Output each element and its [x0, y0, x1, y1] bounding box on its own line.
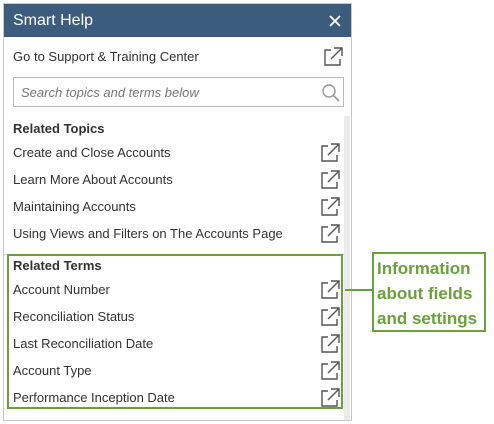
term-label: Reconciliation Status	[13, 309, 135, 324]
external-link-icon[interactable]	[319, 223, 341, 250]
external-link-icon[interactable]	[319, 169, 341, 196]
external-link-icon[interactable]	[319, 387, 341, 414]
external-link-icon[interactable]	[319, 279, 341, 306]
search-icon[interactable]	[321, 83, 341, 108]
term-item[interactable]: Account Number	[4, 277, 344, 303]
scrollbar[interactable]	[344, 116, 350, 420]
term-item[interactable]: Last Reconciliation Date	[4, 331, 344, 357]
panel-title: Smart Help	[13, 12, 94, 29]
topic-label: Maintaining Accounts	[13, 199, 136, 214]
topic-item[interactable]: Maintaining Accounts	[4, 194, 344, 220]
support-training-link[interactable]: Go to Support & Training Center	[4, 44, 351, 70]
external-link-icon[interactable]	[319, 142, 341, 169]
related-topics-heading: Related Topics	[13, 121, 105, 136]
external-link-icon[interactable]	[319, 360, 341, 387]
search-input[interactable]	[14, 78, 314, 106]
external-link-icon[interactable]	[319, 333, 341, 360]
topic-item[interactable]: Create and Close Accounts	[4, 140, 344, 166]
annotation-callout: Information about fields and settings	[372, 252, 486, 332]
external-link-icon[interactable]	[322, 46, 344, 73]
callout-line: and settings	[377, 309, 478, 328]
term-item[interactable]: Account Type	[4, 358, 344, 384]
smart-help-panel: Smart Help Go to Support & Training Cent…	[3, 3, 352, 421]
topic-item[interactable]: Using Views and Filters on The Accounts …	[4, 221, 344, 247]
section-divider	[4, 254, 344, 255]
term-label: Performance Inception Date	[13, 390, 175, 405]
topic-label: Learn More About Accounts	[13, 172, 173, 187]
term-label: Account Number	[13, 282, 110, 297]
external-link-icon[interactable]	[319, 196, 341, 223]
term-item[interactable]: Reconciliation Status	[4, 304, 344, 330]
title-bar: Smart Help	[4, 4, 351, 37]
topic-label: Create and Close Accounts	[13, 145, 171, 160]
term-label: Last Reconciliation Date	[13, 336, 154, 351]
topic-label: Using Views and Filters on The Accounts …	[13, 226, 283, 241]
external-link-icon[interactable]	[319, 306, 341, 333]
search-box	[13, 77, 344, 107]
term-label: Account Type	[13, 363, 92, 378]
callout-connector	[345, 289, 372, 291]
related-terms-heading: Related Terms	[13, 258, 102, 273]
callout-line: about fields	[377, 284, 473, 303]
topic-item[interactable]: Learn More About Accounts	[4, 167, 344, 193]
term-item[interactable]: Performance Inception Date	[4, 385, 344, 411]
close-icon[interactable]	[325, 11, 345, 31]
support-training-label: Go to Support & Training Center	[13, 49, 199, 64]
callout-line: Information	[377, 259, 471, 278]
